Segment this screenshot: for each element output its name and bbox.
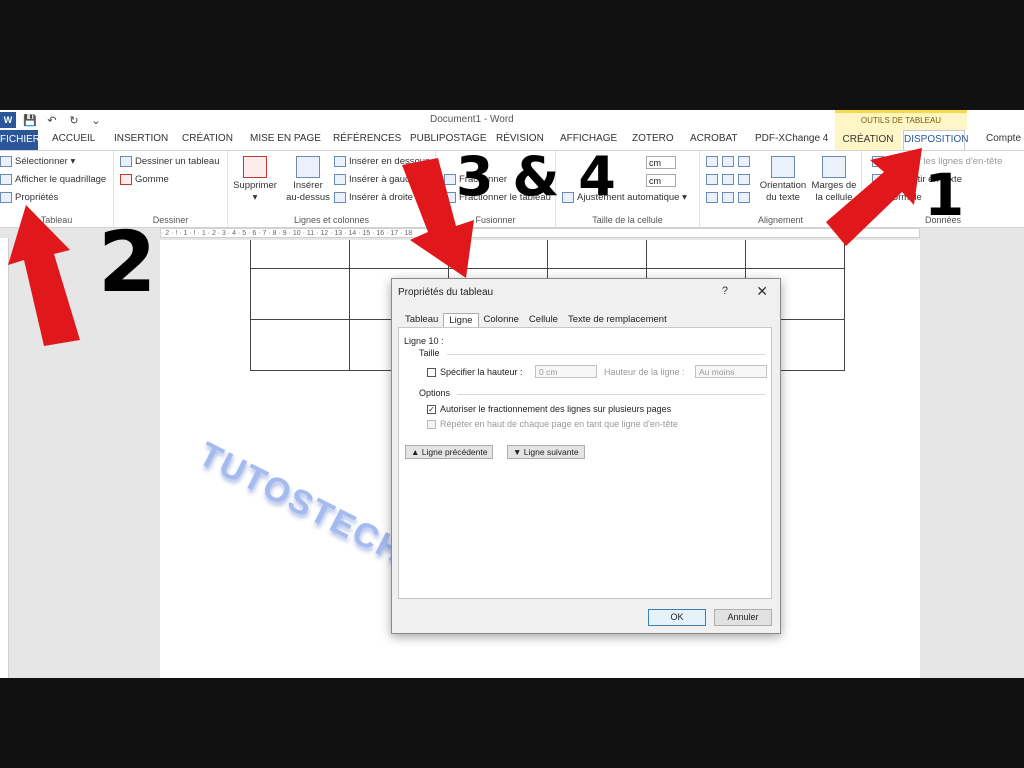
step-number-1: 1 <box>924 161 965 229</box>
arrow-up-icon <box>8 205 80 346</box>
arrow-up-right-icon <box>826 148 922 246</box>
step-number-3-4: 3 & 4 <box>456 145 616 208</box>
step-number-2: 2 <box>98 213 157 311</box>
annotation-arrows <box>8 148 922 346</box>
